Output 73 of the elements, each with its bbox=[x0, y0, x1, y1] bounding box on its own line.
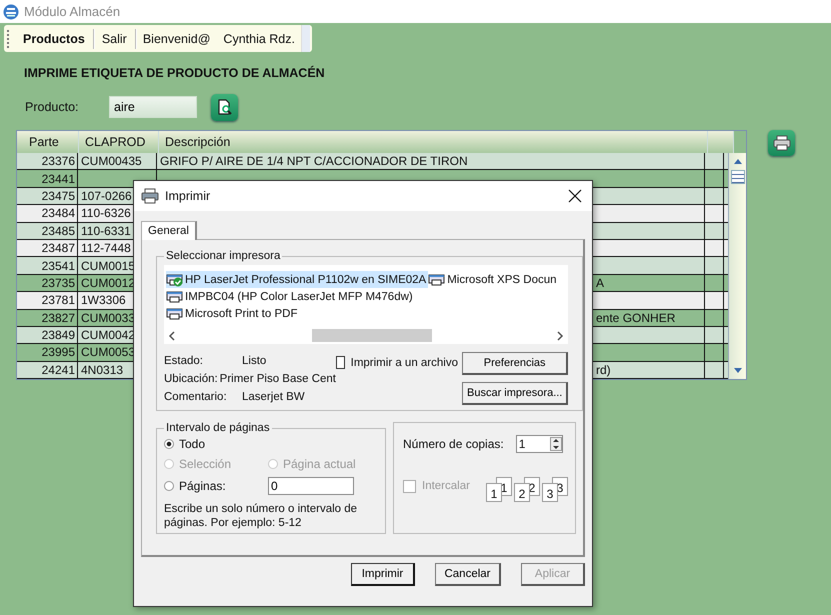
spinner-icon[interactable] bbox=[550, 437, 562, 451]
table-cell: 23484 bbox=[23, 205, 78, 222]
info-value: Primer Piso Base Cent bbox=[220, 373, 336, 385]
copies-field[interactable]: 1 bbox=[516, 435, 563, 453]
radio-button[interactable] bbox=[164, 481, 174, 491]
page-number: 1 bbox=[486, 483, 502, 502]
table-cell: 23485 bbox=[23, 222, 78, 239]
table-cell: 24241 bbox=[23, 362, 78, 378]
toolbar-button[interactable]: Productos bbox=[15, 28, 94, 48]
info-label: Comentario: bbox=[164, 391, 228, 403]
table-cell: CUM00435 bbox=[78, 153, 157, 170]
toolbar-label: Bienvenid@ bbox=[142, 32, 210, 46]
range-hint: Escribe un solo número o intervalo de páginas. Por ejemplo: 5-12 bbox=[164, 502, 358, 530]
radio-button[interactable] bbox=[164, 439, 174, 449]
table-cell: 23541 bbox=[23, 257, 78, 274]
table-cell: GRIFO P/ AIRE DE 1/4 NPT C/ACCIONADOR DE TIRON bbox=[160, 154, 468, 168]
scroll-right-icon[interactable] bbox=[556, 330, 564, 340]
info-label: Ubicación: bbox=[164, 373, 219, 385]
dialog-title: Imprimir bbox=[165, 189, 212, 203]
app-icon bbox=[3, 4, 19, 20]
table-cell: 23781 bbox=[23, 292, 78, 309]
checkbox-label: Intercalar bbox=[422, 480, 470, 492]
checkbox[interactable] bbox=[336, 356, 345, 369]
table-cell: rd) bbox=[596, 362, 611, 377]
table-cell: 23735 bbox=[23, 274, 78, 292]
radio-label: Páginas: bbox=[179, 479, 226, 493]
table-cell: A bbox=[596, 276, 604, 290]
group-title: Seleccionar impresora bbox=[165, 250, 282, 262]
scroll-left-icon[interactable] bbox=[168, 330, 176, 340]
pages-field[interactable]: 0 bbox=[268, 477, 354, 495]
dialog-button[interactable]: Buscar impresora... bbox=[462, 382, 568, 405]
printer-icon bbox=[772, 135, 790, 151]
page-number: 3 bbox=[542, 483, 558, 502]
group-title: Intervalo de páginas bbox=[165, 422, 271, 434]
product-field[interactable]: aire bbox=[109, 96, 197, 118]
table-cell: 23441 bbox=[23, 170, 78, 187]
radio-label: Página actual bbox=[283, 457, 356, 471]
table-cell: 23827 bbox=[23, 310, 78, 326]
printer-icon bbox=[141, 188, 159, 204]
page-number: 2 bbox=[514, 483, 530, 502]
printer-item[interactable]: Microsoft XPS Docun bbox=[428, 271, 559, 288]
search-icon bbox=[218, 99, 232, 115]
toolbar-button[interactable]: Salir bbox=[94, 28, 136, 48]
printer-icon bbox=[428, 272, 446, 286]
tab[interactable]: General bbox=[141, 221, 197, 240]
product-label: Producto: bbox=[25, 100, 80, 114]
search-button[interactable] bbox=[211, 94, 238, 120]
print-button[interactable] bbox=[768, 130, 795, 156]
info-label: Estado: bbox=[164, 355, 204, 367]
printer-item[interactable]: IMPBC04 (HP Color LaserJet MFP M476dw) bbox=[166, 288, 428, 305]
radio-label: Selección bbox=[179, 457, 232, 471]
printer-item[interactable]: HP LaserJet Professional P1102w en SIME02A bbox=[166, 271, 428, 288]
table-cell: 23475 bbox=[23, 188, 78, 204]
vertical-scrollbar[interactable] bbox=[728, 153, 746, 380]
table-cell: ente GONHER bbox=[596, 310, 676, 325]
window-title: Módulo Almacén bbox=[24, 4, 120, 19]
close-icon[interactable] bbox=[568, 189, 582, 203]
dialog-button[interactable]: Cancelar bbox=[435, 563, 501, 586]
table-cell: 23849 bbox=[23, 326, 78, 344]
radio-label: Todo bbox=[179, 437, 206, 451]
table-cell: 23487 bbox=[23, 240, 78, 256]
dialog-button[interactable]: Imprimir bbox=[351, 563, 415, 586]
info-value: Listo bbox=[242, 355, 266, 367]
page-heading: IMPRIME ETIQUETA DE PRODUCTO DE ALMACÉN bbox=[24, 66, 326, 80]
toolbar-label: Cynthia Rdz. bbox=[222, 32, 295, 46]
copies-label: Número de copias: bbox=[403, 437, 504, 451]
table-cell: 23995 bbox=[23, 344, 78, 361]
info-value: Laserjet BW bbox=[242, 391, 305, 403]
dialog-button[interactable]: Preferencias bbox=[462, 352, 568, 375]
table-cell: 23376 bbox=[23, 153, 78, 170]
checkbox-label: Imprimir a un archivo bbox=[350, 356, 458, 368]
table-row[interactable]: 23376 CUM00435 GRIFO P/ AIRE DE 1/4 NPT C/ACCIONADOR DE TIRON bbox=[17, 153, 728, 170]
printer-item[interactable]: Microsoft Print to PDF bbox=[166, 305, 428, 322]
